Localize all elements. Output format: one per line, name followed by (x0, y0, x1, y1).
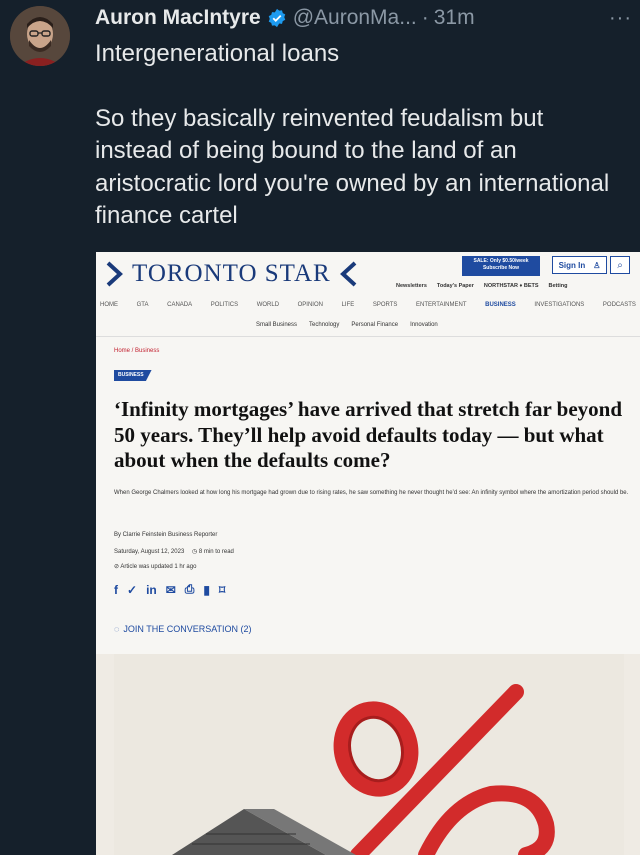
clock-icon: ◷ (191, 549, 198, 555)
nav-world[interactable]: WORLD (257, 302, 279, 308)
separator-dot: · (421, 6, 429, 29)
logo-left-chevron-icon (106, 261, 123, 287)
user-icon: ♙ (593, 260, 601, 270)
comment-icon: ◌ (114, 624, 120, 634)
updated-icon: ⊘ (114, 564, 120, 570)
subnav-innovation[interactable]: Innovation (410, 322, 438, 328)
byline[interactable]: By Clarrie Feinstein Business Reporter (114, 532, 217, 538)
read-time: 8 min to read (198, 549, 234, 555)
nav-entertainment[interactable]: ENTERTAINMENT (416, 302, 466, 308)
subscribe-badge[interactable]: SALE: Only $0.50/week Subscribe Now (462, 256, 540, 276)
nav-politics[interactable]: POLITICS (211, 302, 238, 308)
facebook-icon[interactable]: f (114, 583, 118, 597)
join-label: JOIN THE CONVERSATION (2) (123, 624, 252, 634)
section-nav: HOME GTA CANADA POLITICS WORLD OPINION L… (100, 302, 636, 308)
section-tag: BUSINESS (114, 370, 152, 381)
top-utility-nav: Newsletters Today's Paper NORTHSTAR ♦ BE… (396, 280, 640, 292)
sub-section-nav: Small Business Technology Personal Finan… (256, 322, 438, 328)
masthead: TORONTO STAR SALE: Only $0.50/week Subsc… (96, 252, 640, 290)
linkedin-icon[interactable]: in (146, 583, 157, 597)
brand-name: TORONTO STAR (132, 260, 331, 287)
article-screenshot[interactable]: TORONTO STAR SALE: Only $0.50/week Subsc… (96, 252, 640, 855)
join-conversation-link[interactable]: ◌ JOIN THE CONVERSATION (2) (114, 624, 252, 634)
subnav-personal-finance[interactable]: Personal Finance (351, 322, 398, 328)
publish-date: Saturday, August 12, 2023 (114, 549, 185, 555)
tweet-text-line1: Intergenerational loans (95, 40, 340, 67)
nav-home[interactable]: HOME (100, 302, 118, 308)
article-headline: ‘Infinity mortgages’ have arrived that s… (114, 397, 623, 472)
tweet-text: Intergenerational loans So they basicall… (95, 38, 625, 233)
todays-paper-link[interactable]: Today's Paper (437, 283, 474, 289)
newsletters-link[interactable]: Newsletters (396, 283, 427, 289)
percent-sign-illustration (96, 654, 640, 855)
subnav-small-business[interactable]: Small Business (256, 322, 297, 328)
updated-note: ⊘ Article was updated 1 hr ago (114, 563, 196, 570)
northstar-link[interactable]: NORTHSTAR ♦ BETS (484, 283, 539, 289)
twitter-icon[interactable]: ✓ (127, 583, 137, 597)
divider (96, 336, 640, 337)
subnav-technology[interactable]: Technology (309, 322, 339, 328)
sign-in-label: Sign In (558, 260, 586, 270)
verified-badge-icon (268, 8, 285, 28)
search-icon[interactable]: ⌕ (610, 256, 630, 274)
article-dek: When George Chalmers looked at how long … (114, 490, 629, 496)
nav-business[interactable]: BUSINESS (485, 302, 516, 308)
article-hero-image (96, 654, 640, 855)
tweet-timestamp[interactable]: 31m (434, 6, 475, 30)
nav-investigations[interactable]: INVESTIGATIONS (534, 302, 584, 308)
email-icon[interactable]: ✉ (166, 583, 176, 597)
print-icon[interactable]: ⎙ (185, 582, 195, 597)
logo-right-chevron-icon (339, 261, 357, 287)
toronto-star-logo[interactable]: TORONTO STAR (106, 260, 357, 288)
more-options-icon[interactable]: ··· (609, 7, 632, 30)
author-handle[interactable]: @AuronMa... (293, 6, 417, 30)
tweet-header: Auron MacIntyre @AuronMa... · 31m ··· (95, 4, 632, 32)
nav-sports[interactable]: SPORTS (373, 302, 398, 308)
tweet-text-body: So they basically reinvented feudalism b… (95, 104, 610, 230)
sign-in-button[interactable]: Sign In ♙ (552, 256, 607, 274)
bookmark-icon[interactable]: ⌑ (219, 583, 225, 597)
author-avatar[interactable] (10, 6, 70, 66)
nav-life[interactable]: LIFE (342, 302, 355, 308)
betting-link[interactable]: Betting (549, 283, 568, 289)
tweet: Auron MacIntyre @AuronMa... · 31m ··· In… (0, 0, 640, 855)
gift-icon[interactable]: ▮ (203, 583, 210, 597)
nav-gta[interactable]: GTA (137, 302, 149, 308)
nav-opinion[interactable]: OPINION (298, 302, 323, 308)
author-name[interactable]: Auron MacIntyre (95, 6, 261, 30)
nav-canada[interactable]: CANADA (167, 302, 192, 308)
share-bar: f ✓ in ✉ ⎙ ▮ ⌑ (114, 582, 225, 597)
breadcrumb[interactable]: Home / Business (114, 348, 159, 354)
nav-podcasts[interactable]: PODCASTS (603, 302, 636, 308)
updated-text: Article was updated 1 hr ago (120, 564, 197, 570)
dateline: Saturday, August 12, 2023 ◷ 8 min to rea… (114, 548, 234, 555)
